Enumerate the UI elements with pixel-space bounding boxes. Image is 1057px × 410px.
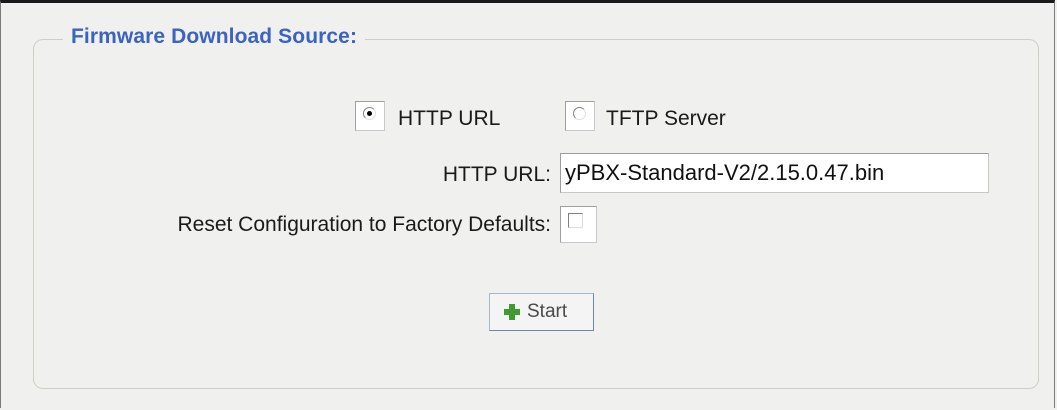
reset-config-label: Reset Configuration to Factory Defaults:: [177, 213, 551, 236]
plus-icon: [504, 304, 520, 320]
radio-circle-icon: [573, 107, 586, 120]
page-frame: Firmware Download Source: HTTP URL TFTP …: [0, 0, 1055, 408]
reset-config-checkbox[interactable]: [560, 206, 597, 243]
radio-circle-icon: [363, 107, 376, 120]
section-title: Firmware Download Source:: [63, 25, 366, 49]
tftp-server-radio-label[interactable]: TFTP Server: [606, 107, 726, 131]
start-button[interactable]: Start: [489, 293, 594, 331]
http-url-input[interactable]: [560, 153, 989, 193]
start-button-label: Start: [527, 301, 568, 322]
http-url-radio-label[interactable]: HTTP URL: [398, 107, 500, 131]
http-url-field-label: HTTP URL:: [442, 163, 551, 186]
tftp-server-radio[interactable]: [565, 101, 595, 131]
checkbox-icon: [568, 213, 583, 228]
radio-selected-dot-icon: [367, 111, 372, 116]
http-url-radio[interactable]: [355, 101, 385, 131]
